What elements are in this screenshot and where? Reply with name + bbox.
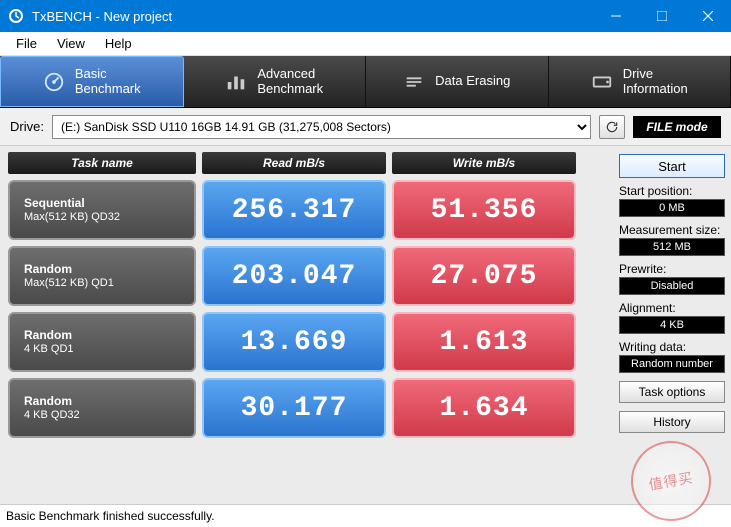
start-position-label: Start position: — [619, 184, 725, 198]
write-value: 1.634 — [392, 378, 576, 438]
col-task: Task name — [8, 152, 196, 174]
task-name: Sequential — [24, 196, 194, 210]
prewrite-value[interactable]: Disabled — [619, 277, 725, 295]
measurement-size-value[interactable]: 512 MB — [619, 238, 725, 256]
task-options-button[interactable]: Task options — [619, 381, 725, 403]
table-row: Sequential Max(512 KB) QD32 256.317 51.3… — [8, 180, 605, 240]
task-name: Random — [24, 328, 194, 342]
writing-data-value[interactable]: Random number — [619, 355, 725, 373]
menu-help[interactable]: Help — [95, 34, 142, 53]
task-sub: 4 KB QD32 — [24, 409, 194, 422]
write-value: 27.075 — [392, 246, 576, 306]
tab-label-sub: Information — [623, 82, 688, 96]
drive-select[interactable]: (E:) SanDisk SSD U110 16GB 14.91 GB (31,… — [52, 115, 591, 139]
table-row: Random Max(512 KB) QD1 203.047 27.075 — [8, 246, 605, 306]
results-panel: Task name Read mB/s Write mB/s Sequentia… — [0, 146, 613, 504]
tab-basic-benchmark[interactable]: BasicBenchmark — [0, 56, 184, 107]
task-sub: Max(512 KB) QD1 — [24, 277, 194, 290]
history-button[interactable]: History — [619, 411, 725, 433]
task-cell[interactable]: Sequential Max(512 KB) QD32 — [8, 180, 196, 240]
writing-data-label: Writing data: — [619, 340, 725, 354]
col-write: Write mB/s — [392, 152, 576, 174]
tab-label: Basic — [75, 67, 141, 81]
write-value: 51.356 — [392, 180, 576, 240]
status-text: Basic Benchmark finished successfully. — [6, 509, 215, 523]
bars-icon — [225, 71, 247, 93]
alignment-label: Alignment: — [619, 301, 725, 315]
table-row: Random 4 KB QD32 30.177 1.634 — [8, 378, 605, 438]
tab-label: Data Erasing — [435, 74, 510, 88]
tab-drive-information[interactable]: DriveInformation — [549, 56, 731, 107]
maximize-button[interactable] — [639, 0, 685, 32]
close-button[interactable] — [685, 0, 731, 32]
task-name: Random — [24, 394, 194, 408]
read-value: 256.317 — [202, 180, 386, 240]
results-header: Task name Read mB/s Write mB/s — [8, 152, 605, 174]
read-value: 30.177 — [202, 378, 386, 438]
drive-icon — [591, 71, 613, 93]
task-cell[interactable]: Random 4 KB QD32 — [8, 378, 196, 438]
start-button[interactable]: Start — [619, 154, 725, 178]
write-value: 1.613 — [392, 312, 576, 372]
status-bar: Basic Benchmark finished successfully. — [0, 504, 731, 526]
tab-label: Advanced — [257, 67, 323, 81]
tab-advanced-benchmark[interactable]: AdvancedBenchmark — [184, 56, 367, 107]
menu-file[interactable]: File — [6, 34, 47, 53]
titlebar: TxBENCH - New project — [0, 0, 731, 32]
gauge-icon — [43, 71, 65, 93]
tab-data-erasing[interactable]: Data Erasing — [366, 56, 549, 107]
erase-icon — [403, 71, 425, 93]
reload-button[interactable] — [599, 115, 625, 139]
app-icon — [8, 8, 24, 24]
tab-nav: BasicBenchmark AdvancedBenchmark Data Er… — [0, 56, 731, 108]
reload-icon — [605, 120, 619, 134]
task-cell[interactable]: Random 4 KB QD1 — [8, 312, 196, 372]
alignment-value[interactable]: 4 KB — [619, 316, 725, 334]
minimize-button[interactable] — [593, 0, 639, 32]
drive-label: Drive: — [10, 119, 44, 134]
task-sub: 4 KB QD1 — [24, 343, 194, 356]
task-cell[interactable]: Random Max(512 KB) QD1 — [8, 246, 196, 306]
read-value: 203.047 — [202, 246, 386, 306]
col-read: Read mB/s — [202, 152, 386, 174]
tab-label-sub: Benchmark — [257, 82, 323, 96]
task-sub: Max(512 KB) QD32 — [24, 211, 194, 224]
prewrite-label: Prewrite: — [619, 262, 725, 276]
tab-label-sub: Benchmark — [75, 82, 141, 96]
sidebar: Start Start position:0 MB Measurement si… — [613, 146, 731, 504]
measurement-size-label: Measurement size: — [619, 223, 725, 237]
table-row: Random 4 KB QD1 13.669 1.613 — [8, 312, 605, 372]
toolbar: Drive: (E:) SanDisk SSD U110 16GB 14.91 … — [0, 108, 731, 146]
task-name: Random — [24, 262, 194, 276]
menubar: File View Help — [0, 32, 731, 56]
start-position-value[interactable]: 0 MB — [619, 199, 725, 217]
menu-view[interactable]: View — [47, 34, 95, 53]
read-value: 13.669 — [202, 312, 386, 372]
tab-label: Drive — [623, 67, 688, 81]
file-mode-indicator: FILE mode — [633, 116, 721, 138]
window-title: TxBENCH - New project — [32, 9, 593, 24]
